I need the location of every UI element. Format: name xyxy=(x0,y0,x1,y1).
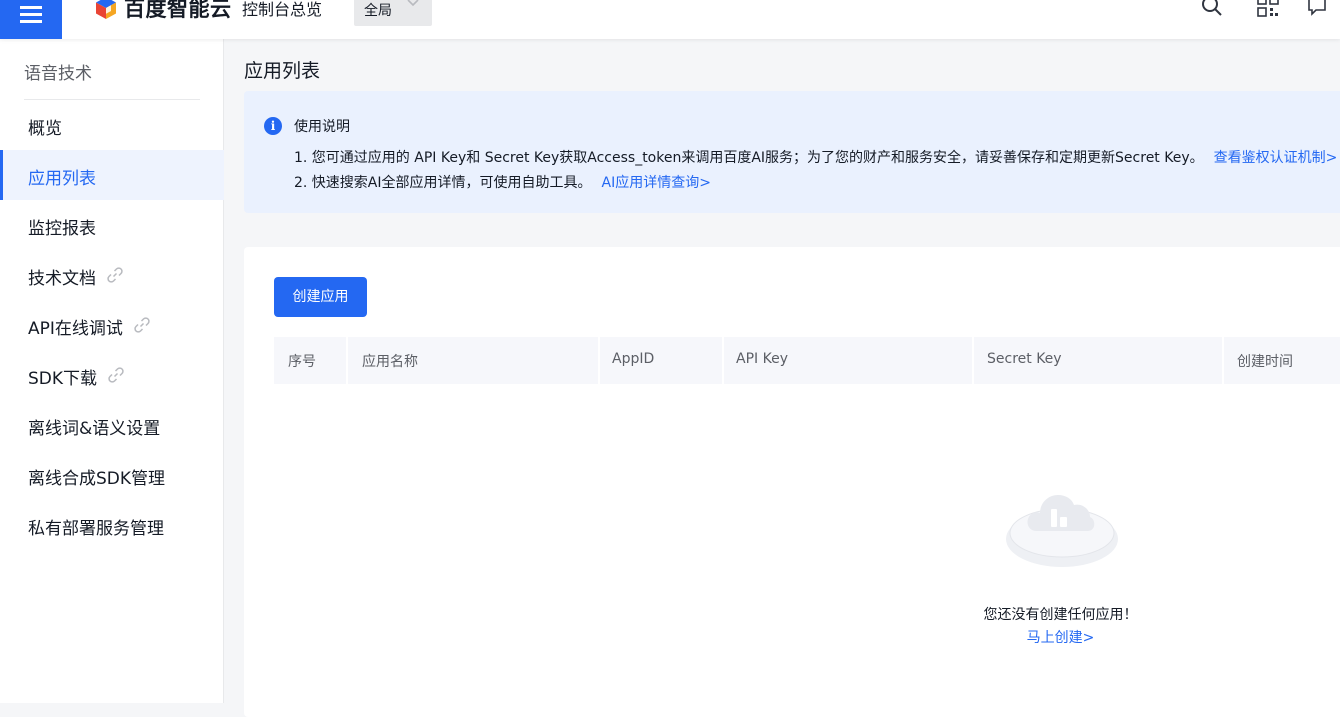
sidebar-item-label: SDK下载 xyxy=(28,369,98,389)
column-header-created-time: 创建时间 xyxy=(1237,354,1293,370)
menu-icon-line xyxy=(20,20,42,23)
sidebar-item-offline-words[interactable]: 离线词&语义设置 xyxy=(0,400,224,450)
top-bar: 百度智能云 控制台总览 全局 xyxy=(0,0,1340,39)
notice-line-1: 1. 您可通过应用的 API Key和 Secret Key获取Access_t… xyxy=(294,147,1337,167)
notice-line-2: 2. 快速搜索AI全部应用详情，可使用自助工具。 AI应用详情查询> xyxy=(294,172,711,192)
sidebar-item-label: 私有部署服务管理 xyxy=(28,519,164,539)
menu-icon-line xyxy=(20,13,42,16)
sidebar-item-label: 技术文档 xyxy=(28,269,96,289)
brand-cube-icon xyxy=(96,0,116,19)
sidebar-item-sdk-download[interactable]: SDK下载 xyxy=(0,350,224,400)
sidebar-item-tech-docs[interactable]: 技术文档 xyxy=(0,250,224,300)
table-header: 序号 应用名称 AppID API Key Secret Key 创建时间 xyxy=(274,337,1340,384)
external-link-icon xyxy=(107,267,123,283)
apps-grid-icon[interactable] xyxy=(1256,0,1280,18)
search-icon[interactable] xyxy=(1200,0,1224,18)
column-header-appid: AppID xyxy=(612,351,655,367)
notice-line-1-text: 1. 您可通过应用的 API Key和 Secret Key获取Access_t… xyxy=(294,150,1204,166)
sidebar-item-label: API在线调试 xyxy=(28,319,123,339)
usage-notice: i 使用说明 1. 您可通过应用的 API Key和 Secret Key获取A… xyxy=(244,91,1340,213)
app-detail-query-link[interactable]: AI应用详情查询> xyxy=(602,175,711,191)
empty-state-message: 您还没有创建任何应用！ xyxy=(983,607,1138,623)
sidebar-item-label: 离线词&语义设置 xyxy=(28,419,161,439)
external-link-icon xyxy=(134,317,150,333)
sidebar-item-monitor-reports[interactable]: 监控报表 xyxy=(0,200,224,250)
menu-icon-line xyxy=(20,6,42,9)
scope-label: 全局 xyxy=(364,3,392,19)
sidebar-item-api-debug[interactable]: API在线调试 xyxy=(0,300,224,350)
column-header-api-key: API Key xyxy=(736,351,788,367)
sidebar-item-label: 离线合成SDK管理 xyxy=(28,469,166,489)
empty-cloud-icon xyxy=(1006,495,1118,567)
sidebar-item-app-list[interactable]: 应用列表 xyxy=(0,150,224,200)
info-icon: i xyxy=(264,117,282,135)
brand-logo[interactable]: 百度智能云 xyxy=(94,0,232,22)
console-overview-link[interactable]: 控制台总览 xyxy=(242,0,322,20)
column-header-index: 序号 xyxy=(288,354,316,370)
sidebar-item-label: 监控报表 xyxy=(28,219,96,239)
message-icon[interactable] xyxy=(1306,0,1330,18)
column-header-app-name: 应用名称 xyxy=(362,354,418,370)
notice-line-2-text: 2. 快速搜索AI全部应用详情，可使用自助工具。 xyxy=(294,175,592,191)
sidebar-item-overview[interactable]: 概览 xyxy=(0,100,224,150)
create-now-link[interactable]: 马上创建> xyxy=(894,627,1227,647)
page-title: 应用列表 xyxy=(244,60,321,82)
sidebar-item-label: 应用列表 xyxy=(28,169,96,189)
sidebar-item-label: 概览 xyxy=(28,119,62,139)
notice-title: 使用说明 xyxy=(294,119,350,135)
brand-name: 百度智能云 xyxy=(124,0,232,21)
scope-selector[interactable]: 全局 xyxy=(354,0,432,26)
external-link-icon xyxy=(108,367,124,383)
chevron-down-icon xyxy=(407,0,419,7)
auth-mechanism-link[interactable]: 查看鉴权认证机制> xyxy=(1214,150,1338,166)
app-list-panel: 创建应用 序号 应用名称 AppID API Key Secret Key 创建… xyxy=(244,247,1340,717)
column-header-secret-key: Secret Key xyxy=(987,351,1062,367)
sidebar-title: 语音技术 xyxy=(24,64,92,84)
sidebar-item-private-deploy[interactable]: 私有部署服务管理 xyxy=(0,500,224,550)
sidebar-item-offline-tts-sdk[interactable]: 离线合成SDK管理 xyxy=(0,450,224,500)
sidebar: 语音技术 概览 应用列表 监控报表 技术文档 API在线调试 SDK下载 离线词… xyxy=(0,39,224,703)
create-app-button[interactable]: 创建应用 xyxy=(274,277,367,317)
hamburger-menu-button[interactable] xyxy=(0,0,62,39)
